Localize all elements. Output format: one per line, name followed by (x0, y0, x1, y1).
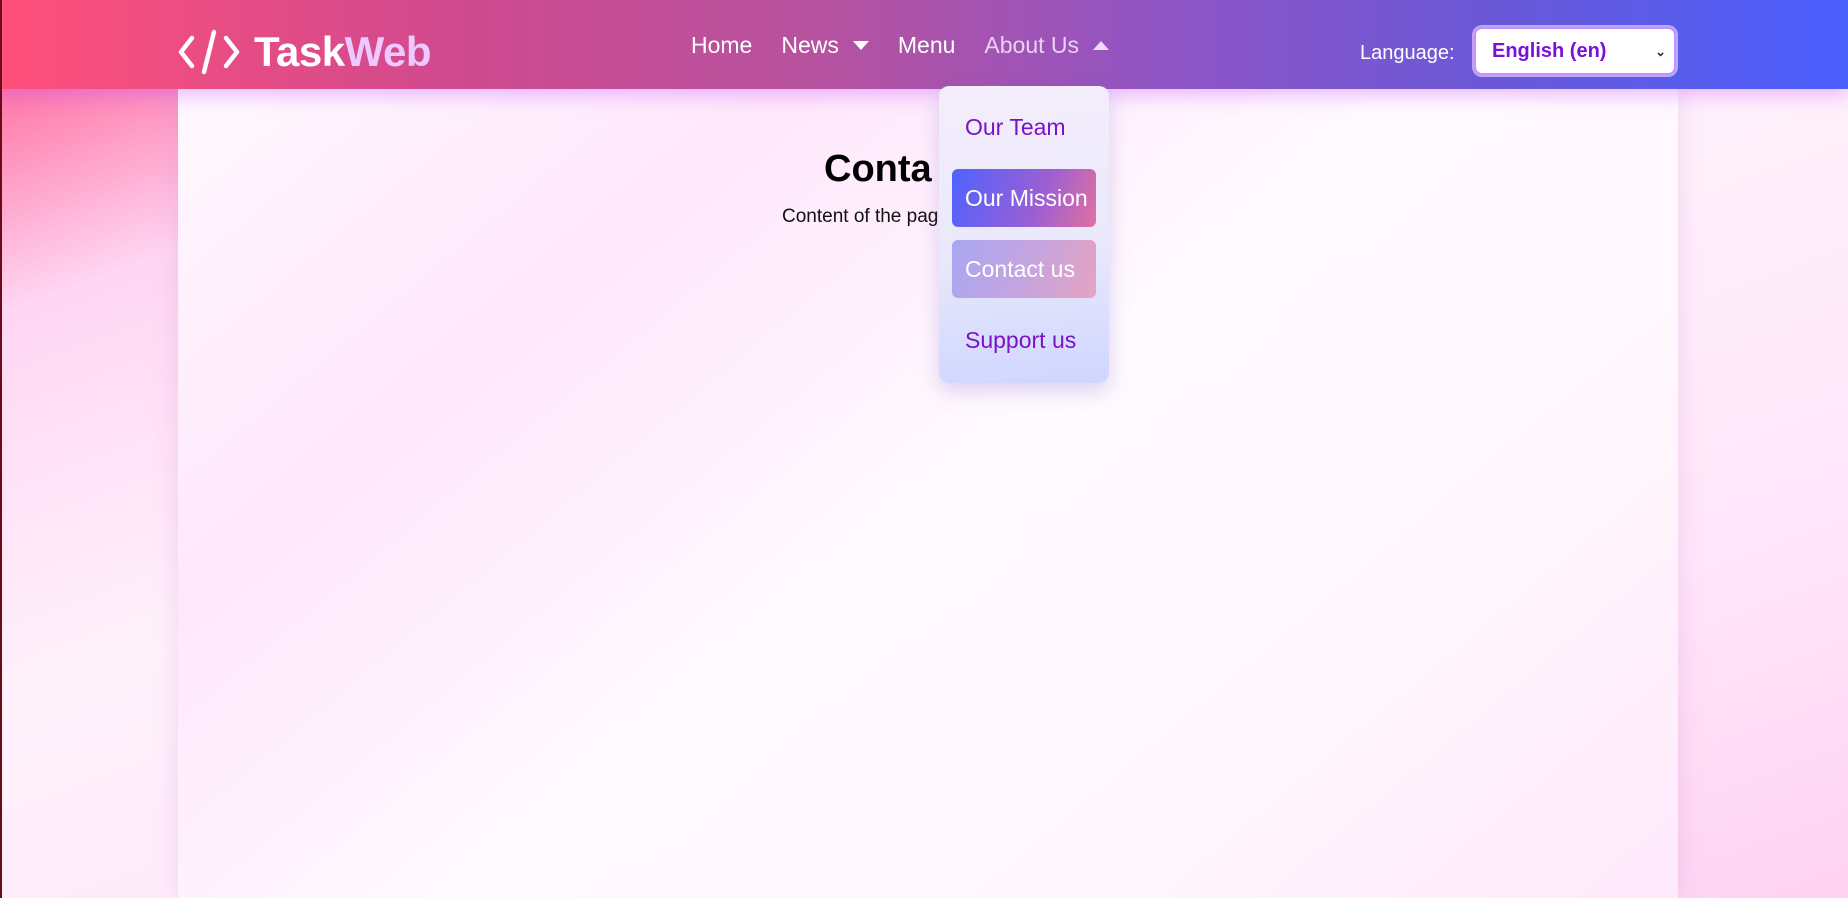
brand-name: TaskWeb (254, 28, 432, 76)
dropdown-item-support-us[interactable]: Support us (952, 311, 1096, 369)
nav-about-label: About Us (984, 32, 1080, 58)
top-navbar: TaskWeb Home News Menu About Us Language… (0, 0, 1848, 89)
dropdown-item-our-team[interactable]: Our Team (952, 98, 1096, 156)
about-us-dropdown: Our Team Our Mission Contact us Support … (939, 86, 1109, 383)
brand-logo[interactable]: TaskWeb (178, 28, 432, 76)
caret-down-icon (852, 41, 869, 50)
caret-up-icon (1093, 41, 1110, 50)
page-content-text: Content of the pag (782, 206, 939, 227)
nav-menu-label: Menu (897, 32, 956, 58)
window-edge (0, 0, 2, 898)
nav-news[interactable]: News (781, 32, 869, 59)
nav-about-us[interactable]: About Us (984, 32, 1110, 59)
main-nav: Home News Menu About Us (691, 32, 1138, 59)
language-selected-value: English (en) (1492, 39, 1607, 62)
dropdown-item-our-mission[interactable]: Our Mission (952, 169, 1096, 227)
nav-home-label: Home (691, 32, 753, 58)
dropdown-item-label: Our Team (965, 113, 1066, 140)
page-title: Conta (824, 148, 932, 190)
nav-home[interactable]: Home (691, 32, 752, 59)
language-label: Language: (1360, 42, 1455, 64)
nav-menu[interactable]: Menu (898, 32, 956, 59)
nav-news-label: News (781, 32, 839, 58)
brand-name-web: Web (344, 28, 432, 75)
brand-name-task: Task (254, 28, 345, 75)
code-icon (178, 29, 240, 75)
dropdown-item-label: Our Mission (965, 184, 1088, 211)
dropdown-item-label: Contact us (965, 255, 1075, 282)
dropdown-item-contact-us[interactable]: Contact us (952, 240, 1096, 298)
language-select[interactable]: English (en) ⌄ (1474, 27, 1676, 75)
chevron-down-icon: ⌄ (1655, 44, 1666, 59)
dropdown-item-label: Support us (965, 326, 1077, 353)
